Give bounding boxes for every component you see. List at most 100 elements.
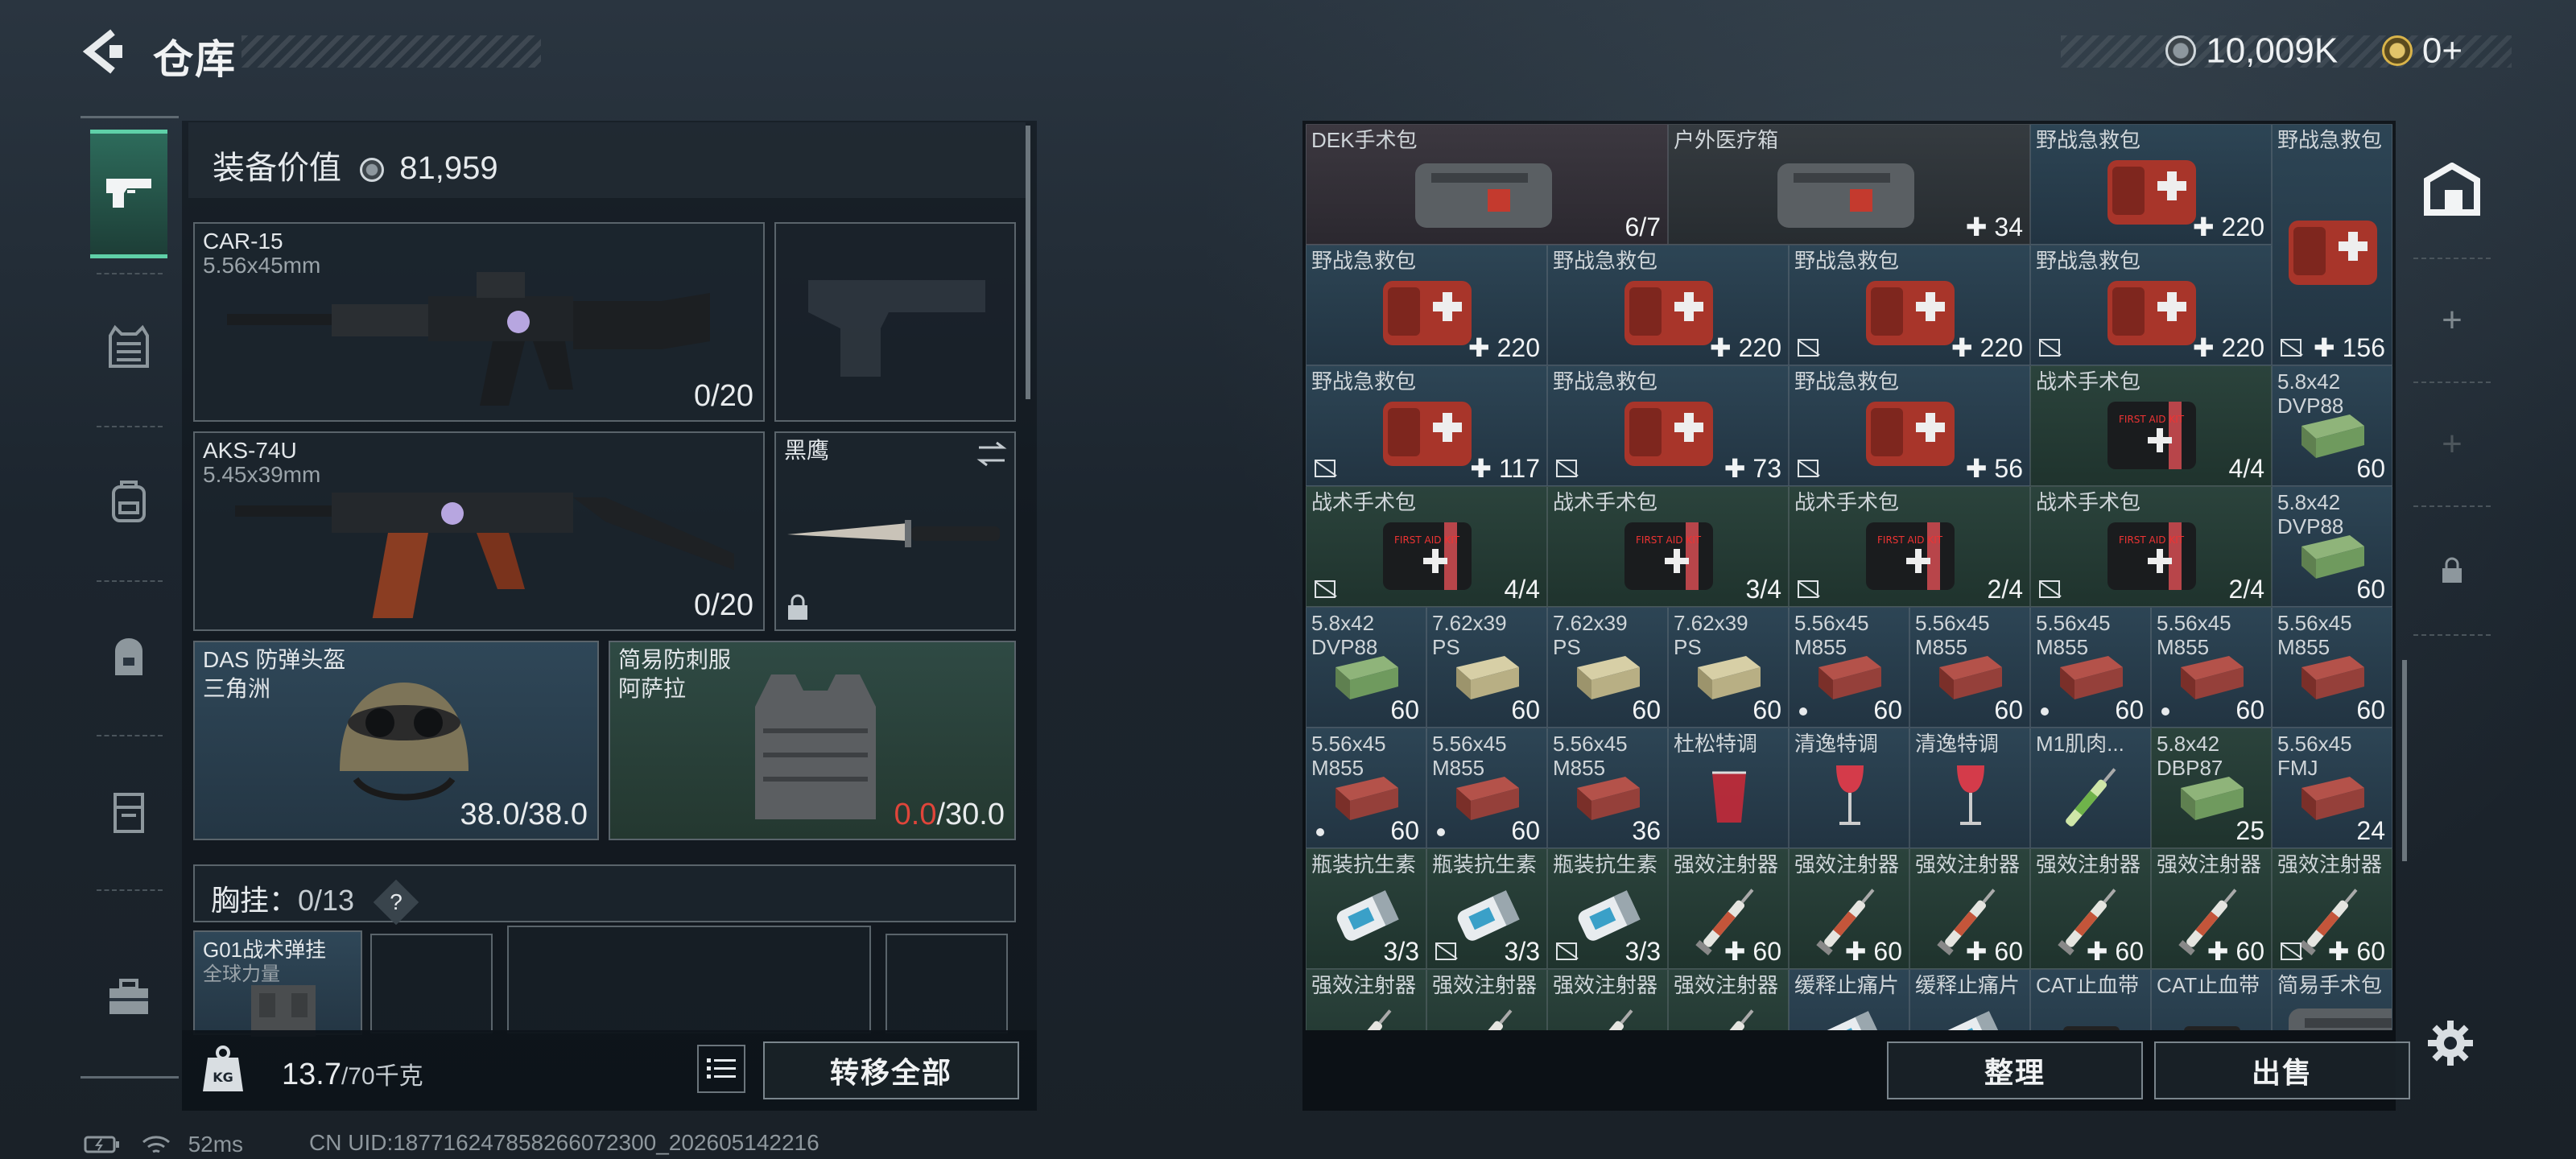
melee-slot[interactable]: 黑鹰 [774, 431, 1016, 631]
item-image [2273, 994, 2392, 1030]
swap-icon[interactable] [976, 439, 1008, 468]
storage-item[interactable]: 强效注射器 [1668, 969, 1789, 1030]
storage-item[interactable]: 野战急救包 ✚ 73 [1547, 365, 1789, 486]
storage-item[interactable]: 强效注射器 ✚ 60 [2030, 848, 2151, 969]
storage-item[interactable]: 野战急救包 ✚ 220 [2030, 245, 2272, 365]
help-button[interactable]: ? [373, 880, 419, 926]
storage-item[interactable]: 强效注射器 ✚ 60 [2272, 848, 2392, 969]
storage-item[interactable]: 5.8x42 DBP87 25 [2151, 728, 2272, 848]
storage-item[interactable]: 5.56x45 M855 60 [2151, 607, 2272, 728]
storage-item[interactable]: FIRST AID KIT 战术手术包 2/4 [2030, 486, 2272, 607]
settings-button[interactable] [2426, 1019, 2475, 1067]
nav-weapons[interactable] [90, 130, 167, 258]
storage-item[interactable]: 野战急救包 ✚ 156 [2272, 124, 2392, 365]
scrollbar[interactable] [2402, 660, 2407, 861]
armor-slot[interactable]: 简易防刺服 阿萨拉 0.0/30.0 [609, 641, 1016, 840]
storage-item[interactable]: 野战急救包 ✚ 220 [2030, 124, 2272, 245]
storage-item[interactable]: 5.8x42 DVP88 60 [2272, 486, 2392, 607]
item-count: ✚ 60 [1844, 937, 1902, 966]
item-image [1761, 149, 1938, 241]
chest-pocket-slot[interactable] [507, 926, 871, 1033]
nav-bag[interactable] [90, 592, 167, 720]
item-name: 缓释止痛片 [1915, 973, 2021, 997]
chest-rig-slot[interactable]: G01战术弹挂 全球力量 [193, 930, 362, 1037]
storage-item[interactable]: 野战急救包 ✚ 56 [1789, 365, 2030, 486]
storage-item[interactable]: CAT止血带 [2151, 969, 2272, 1030]
scrollbar[interactable] [1026, 126, 1030, 399]
nav-backpack[interactable] [90, 437, 167, 566]
nav-toolbox[interactable] [90, 933, 167, 1062]
add-storage-button[interactable]: + [2413, 382, 2491, 505]
chest-pocket-slot[interactable] [886, 934, 1008, 1033]
storage-item[interactable]: 5.56x45 M855 60 [1909, 607, 2030, 728]
storage-item[interactable]: 5.56x45 M855 60 [2272, 607, 2392, 728]
storage-item[interactable]: FIRST AID KIT 战术手术包 4/4 [2030, 365, 2272, 486]
item-count: 60 [1632, 695, 1661, 724]
storage-item[interactable]: 清逸特调 [1789, 728, 1909, 848]
item-name: CAT止血带 [2036, 973, 2140, 997]
transfer-all-button[interactable]: 转移全部 [763, 1041, 1019, 1099]
storage-item[interactable]: 户外医疗箱 ✚ 34 [1668, 124, 2030, 245]
storage-item[interactable]: 瓶装抗生素 3/3 [1306, 848, 1426, 969]
storage-item[interactable]: FIRST AID KIT 战术手术包 2/4 [1789, 486, 2030, 607]
pistol-slot[interactable] [774, 222, 1016, 422]
nav-container[interactable] [90, 748, 167, 876]
storage-item[interactable]: 简易手术包 [2272, 969, 2392, 1030]
nav-divider [97, 426, 163, 427]
nav-armor[interactable] [90, 283, 167, 411]
storage-item[interactable]: 野战急救包 ✚ 220 [1306, 245, 1547, 365]
storage-item[interactable]: 强效注射器 ✚ 60 [1668, 848, 1789, 969]
storage-item[interactable]: 7.62x39 PS 60 [1547, 607, 1668, 728]
storage-item[interactable]: 强效注射器 ✚ 60 [1789, 848, 1909, 969]
storage-item[interactable]: CAT止血带 [2030, 969, 2151, 1030]
locked-storage-tab[interactable] [2413, 505, 2491, 634]
storage-item[interactable]: FIRST AID KIT 战术手术包 4/4 [1306, 486, 1547, 607]
storage-item[interactable]: 7.62x39 PS 60 [1426, 607, 1547, 728]
storage-item[interactable]: 野战急救包 ✚ 117 [1306, 365, 1547, 486]
storage-item[interactable]: 7.62x39 PS 60 [1668, 607, 1789, 728]
sort-button[interactable]: 整理 [1887, 1041, 2143, 1099]
storage-item[interactable]: 强效注射器 [1547, 969, 1668, 1030]
storage-item[interactable]: 强效注射器 [1426, 969, 1547, 1030]
list-view-button[interactable] [697, 1045, 745, 1093]
tab-warehouse[interactable] [2413, 121, 2491, 258]
add-storage-button[interactable]: + [2413, 258, 2491, 382]
storage-item[interactable]: 瓶装抗生素 3/3 [1426, 848, 1547, 969]
storage-item[interactable]: 野战急救包 ✚ 220 [1547, 245, 1789, 365]
storage-item[interactable]: 5.56x45 M855 60 [1426, 728, 1547, 848]
storage-item[interactable]: 5.56x45 FMJ 24 [2272, 728, 2392, 848]
storage-item[interactable]: 5.8x42 DVP88 60 [1306, 607, 1426, 728]
storage-item[interactable]: DEK手术包 6/7 [1306, 124, 1668, 245]
storage-item[interactable]: 强效注射器 ✚ 60 [2151, 848, 2272, 969]
storage-item[interactable]: 杜松特调 [1668, 728, 1789, 848]
coupon-amount[interactable]: 0+ [2422, 31, 2462, 70]
storage-item[interactable]: 5.8x42 DVP88 60 [2272, 365, 2392, 486]
storage-item[interactable]: 缓释止痛片 [1909, 969, 2030, 1030]
plus-icon: + [2442, 300, 2462, 340]
item-name: 强效注射器 [2036, 852, 2141, 876]
storage-item[interactable]: 缓释止痛片 [1789, 969, 1909, 1030]
category-nav [80, 116, 179, 1079]
storage-item[interactable]: 5.56x45 M855 60 [1789, 607, 1909, 728]
storage-item[interactable]: 5.56x45 M855 36 [1547, 728, 1668, 848]
storage-item[interactable]: 野战急救包 ✚ 220 [1789, 245, 2030, 365]
helmet-origin: 三角洲 [203, 676, 271, 701]
chest-pocket-slot[interactable] [370, 934, 493, 1033]
storage-item[interactable]: 5.56x45 M855 60 [1306, 728, 1426, 848]
secondary-weapon-slot[interactable]: AKS-74U 5.45x39mm 0/20 [193, 431, 765, 631]
storage-item[interactable]: 强效注射器 ✚ 60 [1909, 848, 2030, 969]
helmet-slot[interactable]: DAS 防弹头盔 三角洲 38.0/38.0 [193, 641, 599, 840]
svg-text:FIRST AID KIT: FIRST AID KIT [1877, 534, 1943, 546]
storage-item[interactable]: 强效注射器 [1306, 969, 1426, 1030]
storage-item[interactable]: 瓶装抗生素 3/3 [1547, 848, 1668, 969]
storage-item[interactable]: FIRST AID KIT 战术手术包 3/4 [1547, 486, 1789, 607]
storage-item[interactable]: 清逸特调 [1909, 728, 2030, 848]
sell-button[interactable]: 出售 [2154, 1041, 2410, 1099]
item-image [1323, 998, 1411, 1030]
item-name: 强效注射器 [2277, 852, 2383, 876]
storage-item[interactable]: M1肌肉... [2030, 728, 2151, 848]
back-button[interactable] [77, 27, 126, 76]
storage-item[interactable]: 5.56x45 M855 60 [2030, 607, 2151, 728]
item-image [1951, 761, 1991, 837]
primary-weapon-slot[interactable]: CAR-15 5.56x45mm 0/20 [193, 222, 765, 422]
